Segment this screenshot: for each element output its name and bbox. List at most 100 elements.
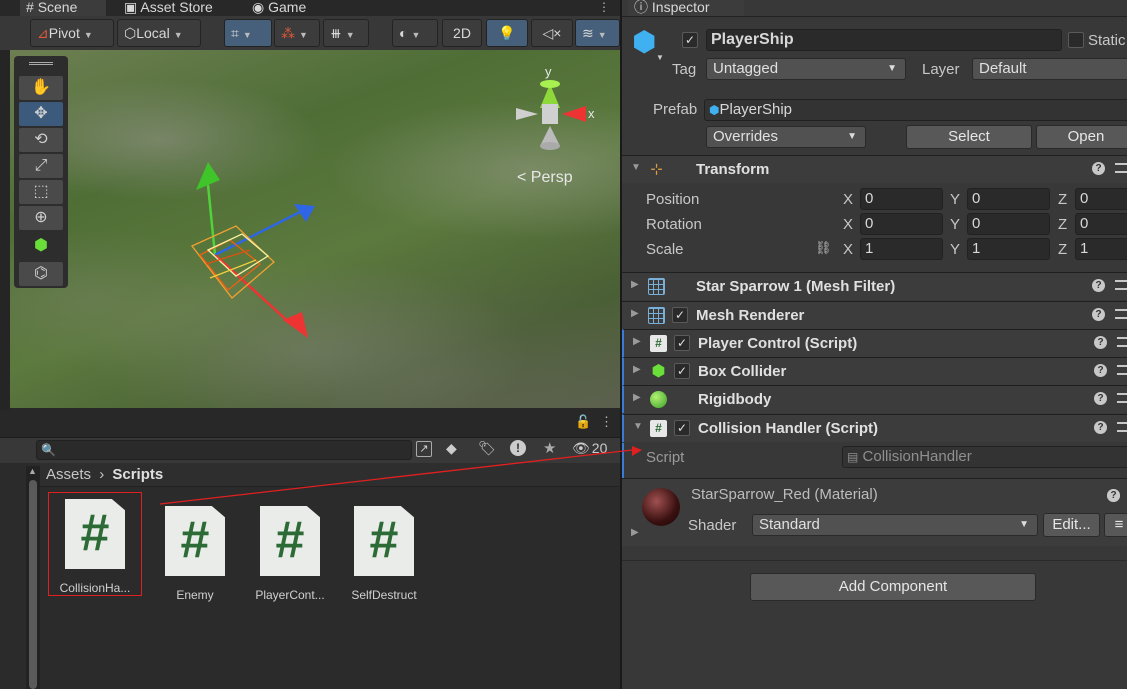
- scale-tool-button[interactable]: ⤢: [19, 154, 63, 178]
- transform-header[interactable]: ▼ ⊹ Transform ?: [622, 155, 1127, 183]
- component-mesh-renderer[interactable]: ▶ ✓ Mesh Renderer ?: [622, 301, 1127, 329]
- tab-game[interactable]: ◉ Game: [246, 0, 312, 16]
- component-menu-icon[interactable]: [1117, 365, 1127, 375]
- scroll-up-icon[interactable]: ▲: [28, 466, 37, 476]
- help-icon[interactable]: ?: [1092, 162, 1105, 175]
- snap-increment-button[interactable]: ⁂ ▼: [274, 19, 320, 47]
- palette-handle[interactable]: [29, 62, 53, 65]
- component-collision-handler[interactable]: ▼ # ✓ Collision Handler (Script) ?: [622, 414, 1127, 442]
- shader-edit-button[interactable]: Edit...: [1043, 513, 1100, 537]
- material-help-icon[interactable]: ?: [1107, 489, 1120, 502]
- position-x-field[interactable]: 0: [860, 188, 943, 210]
- prefab-field[interactable]: ⬢PlayerShip: [704, 99, 1127, 121]
- move-icon: ✥: [34, 105, 48, 122]
- component-menu-icon[interactable]: [1117, 393, 1127, 403]
- static-checkbox[interactable]: [1068, 32, 1084, 48]
- enabled-checkbox[interactable]: ✓: [672, 307, 688, 323]
- grid-snap-button[interactable]: ⌗ ▼: [224, 19, 272, 47]
- enabled-checkbox[interactable]: ✓: [674, 363, 690, 379]
- constrain-proportions-icon[interactable]: ⛓: [815, 240, 832, 256]
- help-icon[interactable]: ?: [1094, 364, 1107, 377]
- position-z-field[interactable]: 0: [1075, 188, 1127, 210]
- active-checkbox[interactable]: ✓: [682, 32, 698, 48]
- filter-type-icon[interactable]: ◆: [446, 440, 457, 457]
- component-player-control[interactable]: ▶ # ✓ Player Control (Script) ?: [622, 329, 1127, 357]
- component-rigidbody[interactable]: ▶ Rigidbody ?: [622, 385, 1127, 413]
- project-search-input[interactable]: 🔍: [36, 440, 412, 460]
- tab-inspector[interactable]: ⓘ Inspector: [628, 0, 744, 16]
- tab-asset-store[interactable]: ▣ Asset Store: [118, 0, 219, 16]
- component-menu-icon[interactable]: [1115, 163, 1127, 173]
- breadcrumb-scripts[interactable]: Scripts: [112, 466, 163, 483]
- warning-filter-icon[interactable]: !: [510, 440, 526, 456]
- more-options-icon[interactable]: ⋮: [598, 0, 610, 14]
- asset-enemy[interactable]: # Enemy: [150, 500, 240, 602]
- search-by-type-icon[interactable]: ↗: [416, 441, 432, 457]
- component-menu-icon[interactable]: [1115, 309, 1127, 319]
- hidden-packages-toggle[interactable]: 👁 20: [572, 440, 607, 457]
- lighting-toggle-button[interactable]: 💡: [486, 19, 528, 47]
- project-more-icon[interactable]: ⋮: [600, 414, 613, 430]
- open-button[interactable]: Open: [1036, 125, 1127, 149]
- enabled-checkbox[interactable]: ✓: [674, 420, 690, 436]
- filter-label-icon[interactable]: 🏷: [478, 440, 496, 457]
- mute-icon: ◁×: [542, 25, 562, 41]
- material-expand-arrow-icon[interactable]: ▶: [631, 527, 639, 538]
- component-box-collider[interactable]: ▶ ⬢ ✓ Box Collider ?: [622, 357, 1127, 385]
- material-preview-sphere[interactable]: [642, 488, 680, 526]
- tag-dropdown[interactable]: Untagged ▼: [706, 58, 906, 80]
- enabled-checkbox[interactable]: ✓: [674, 335, 690, 351]
- overrides-dropdown[interactable]: Overrides ▼: [706, 126, 866, 148]
- select-button[interactable]: Select: [906, 125, 1032, 149]
- asset-playercontrol[interactable]: # PlayerCont...: [245, 500, 335, 602]
- vertical-scrollbar[interactable]: [29, 480, 37, 689]
- tab-scene[interactable]: # Scene: [20, 0, 106, 16]
- layer-dropdown[interactable]: Default: [972, 58, 1127, 80]
- scene-viewport[interactable]: ✋ ✥ ⟲ ⤢ ⬚ ⊕ ⬢ ⌬ y x < Persp: [10, 50, 620, 408]
- position-y-field[interactable]: 0: [967, 188, 1050, 210]
- scale-z-field[interactable]: 1: [1075, 238, 1127, 260]
- gameobject-cube-icon[interactable]: ⬢: [632, 28, 656, 56]
- component-menu-icon[interactable]: [1115, 280, 1127, 290]
- audio-toggle-button[interactable]: ◁×: [531, 19, 573, 47]
- effects-toggle-button[interactable]: ≋ ▼: [575, 19, 620, 47]
- scale-y-field[interactable]: 1: [967, 238, 1050, 260]
- component-mesh-filter[interactable]: ▶ Star Sparrow 1 (Mesh Filter) ?: [622, 272, 1127, 300]
- help-icon[interactable]: ?: [1094, 392, 1107, 405]
- pivot-dropdown[interactable]: ⊿Pivot ▼: [30, 19, 114, 47]
- rotate-tool-button[interactable]: ⟲: [19, 128, 63, 152]
- script-file-icon: #: [260, 506, 320, 576]
- add-component-button[interactable]: Add Component: [750, 573, 1036, 601]
- scale-x-field[interactable]: 1: [860, 238, 943, 260]
- ruler-button[interactable]: ⧻ ▼: [323, 19, 369, 47]
- rect-tool-button[interactable]: ⬚: [19, 180, 63, 204]
- component-menu-icon[interactable]: [1117, 422, 1127, 432]
- rotation-z-field[interactable]: 0: [1075, 213, 1127, 235]
- shading-mode-dropdown[interactable]: ◐ ▼: [392, 19, 438, 47]
- custom-tool-button[interactable]: ⬢: [19, 234, 63, 258]
- orientation-gizmo[interactable]: y x: [508, 64, 595, 170]
- move-tool-button[interactable]: ✥: [19, 102, 63, 126]
- help-icon[interactable]: ?: [1094, 336, 1107, 349]
- icon-dropdown-icon[interactable]: ▼: [656, 53, 664, 62]
- persp-label[interactable]: < Persp: [517, 169, 573, 187]
- asset-collisionhandler[interactable]: # CollisionHa...: [48, 492, 142, 596]
- transform-tool-button[interactable]: ⊕: [19, 206, 63, 230]
- 2d-toggle-button[interactable]: 2D: [442, 19, 482, 47]
- local-dropdown[interactable]: ⬡Local ▼: [117, 19, 201, 47]
- breadcrumb-assets[interactable]: Assets: [46, 466, 91, 483]
- shader-dropdown[interactable]: Standard ▼: [752, 514, 1038, 536]
- object-name-field[interactable]: PlayerShip: [706, 29, 1062, 51]
- rotation-x-field[interactable]: 0: [860, 213, 943, 235]
- help-icon[interactable]: ?: [1094, 421, 1107, 434]
- rotation-y-field[interactable]: 0: [967, 213, 1050, 235]
- help-icon[interactable]: ?: [1092, 308, 1105, 321]
- asset-selfdestruct[interactable]: # SelfDestruct: [339, 500, 429, 602]
- custom-tool-dropdown[interactable]: ⌬: [19, 262, 63, 286]
- hand-tool-button[interactable]: ✋: [19, 76, 63, 100]
- lock-icon[interactable]: 🔓: [575, 414, 591, 430]
- component-menu-icon[interactable]: [1117, 337, 1127, 347]
- help-icon[interactable]: ?: [1092, 279, 1105, 292]
- shader-menu-button[interactable]: ≡: [1104, 513, 1127, 537]
- favorite-star-icon[interactable]: ★: [543, 439, 556, 457]
